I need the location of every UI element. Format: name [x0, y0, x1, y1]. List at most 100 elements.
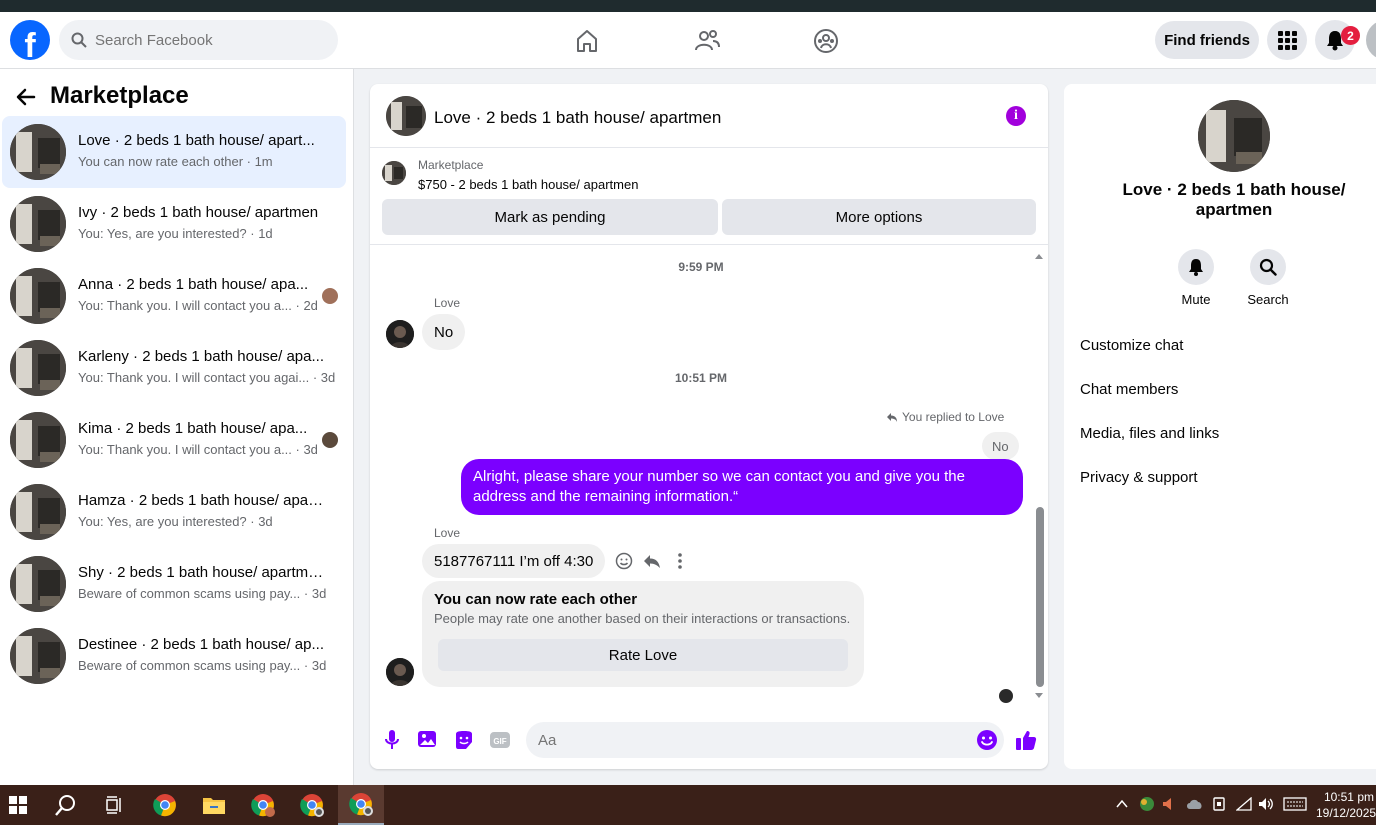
chat-title[interactable]: Love · 2 beds 1 bath house/ apartmen [434, 108, 721, 128]
keyboard-icon[interactable] [1283, 797, 1307, 811]
conversation-item[interactable]: Ivy · 2 beds 1 bath house/ apartmen You:… [2, 188, 346, 260]
conversation-preview: You: Thank you. I will contact you agai.… [78, 370, 336, 385]
incoming-message[interactable]: No [422, 314, 466, 350]
system-clock[interactable]: 10:51 pm 19/12/2025 [1316, 789, 1376, 821]
conversation-item[interactable]: Anna · 2 beds 1 bath house/ apa... You: … [2, 260, 346, 332]
clock-time: 10:51 pm [1323, 790, 1374, 804]
conversation-item[interactable]: Kima · 2 beds 1 bath house/ apa... You: … [2, 404, 346, 476]
back-arrow-icon[interactable] [14, 85, 38, 109]
reply-label: You replied to Love [902, 410, 1005, 424]
search-action[interactable]: Search [1238, 249, 1298, 307]
conversation-item[interactable]: Shy · 2 beds 1 bath house/ apartmen Bewa… [2, 548, 346, 620]
timestamp: 10:51 PM [674, 371, 728, 385]
message-input-box[interactable] [526, 722, 1004, 758]
chrome-icon[interactable] [149, 791, 181, 819]
search-bar[interactable] [59, 20, 338, 60]
conversation-item[interactable]: Hamza · 2 beds 1 bath house/ apar... You… [2, 476, 346, 548]
row-label: Media, files and links [1080, 424, 1220, 442]
sender-avatar[interactable] [386, 658, 414, 686]
chat-window: Love · 2 beds 1 bath house/ apartmen i M… [370, 84, 1048, 769]
windows-start-icon[interactable] [2, 791, 34, 819]
find-friends-button[interactable]: Find friends [1155, 21, 1259, 59]
conversation-preview: You: Thank you. I will contact you a... … [78, 298, 318, 313]
conversation-preview: You can now rate each other · 1m [78, 154, 273, 169]
taskbar-search-icon[interactable] [50, 791, 82, 819]
volume-icon[interactable] [1258, 797, 1274, 811]
device-icon[interactable] [1212, 796, 1226, 812]
emoji-icon[interactable] [976, 729, 998, 751]
media-files-row[interactable]: Media, files and links [1080, 411, 1376, 455]
listing-banner: Marketplace $750 - 2 beds 1 bath house/ … [370, 148, 1048, 245]
conversation-item[interactable]: Destinee · 2 beds 1 bath house/ ap... Be… [2, 620, 346, 692]
search-input[interactable] [95, 31, 315, 49]
speaker-muted-icon[interactable] [1162, 797, 1176, 811]
outgoing-message[interactable]: Alright, please share your number so we … [461, 459, 1023, 515]
task-view-icon[interactable] [98, 791, 130, 819]
cloud-icon[interactable] [1186, 798, 1204, 810]
gif-icon[interactable]: GIF [488, 728, 512, 752]
listing-price[interactable]: $750 - 2 beds 1 bath house/ apartmen [418, 177, 638, 192]
notification-badge: 2 [1341, 26, 1360, 45]
thumbs-up-icon[interactable] [1014, 728, 1038, 752]
wifi-icon[interactable] [1236, 797, 1252, 811]
chrome-active-window-icon[interactable] [338, 785, 384, 825]
reply-icon[interactable] [642, 551, 662, 571]
sender-name: Love [434, 296, 461, 310]
facebook-logo-icon[interactable]: f [10, 20, 50, 60]
buyer-avatar [322, 432, 338, 448]
rating-title: You can now rate each other [434, 591, 638, 608]
listing-thumbnail [10, 268, 66, 324]
conversation-preview: Beware of common scams using pay... · 3d [78, 586, 327, 601]
mute-label: Mute [1181, 292, 1211, 307]
chat-header: Love · 2 beds 1 bath house/ apartmen i [370, 84, 1048, 148]
home-icon[interactable] [570, 24, 604, 58]
search-icon [71, 32, 87, 48]
mark-pending-button[interactable]: Mark as pending [382, 199, 718, 235]
message-input[interactable] [538, 731, 958, 749]
groups-icon[interactable] [809, 24, 843, 58]
microphone-icon[interactable] [380, 728, 404, 752]
bell-icon[interactable] [1178, 249, 1214, 285]
mute-action[interactable]: Mute [1166, 249, 1226, 307]
conversation-item[interactable]: Love · 2 beds 1 bath house/ apart... You… [2, 116, 346, 188]
file-explorer-icon[interactable] [198, 791, 230, 819]
windows-taskbar: 10:51 pm 19/12/2025 [0, 785, 1376, 825]
listing-thumbnail [10, 412, 66, 468]
react-emoji-icon[interactable] [614, 551, 634, 571]
rate-button[interactable]: Rate Love [438, 639, 848, 671]
conversation-list: Love · 2 beds 1 bath house/ apart... You… [0, 116, 354, 692]
chat-avatar[interactable] [386, 96, 426, 136]
listing-thumbnail [10, 628, 66, 684]
chat-members-row[interactable]: Chat members [1080, 367, 1376, 411]
sender-avatar[interactable] [386, 320, 414, 348]
scroll-down-icon[interactable] [1034, 692, 1044, 700]
menu-grid-icon[interactable] [1267, 20, 1307, 60]
more-actions-icon[interactable] [670, 551, 690, 571]
profile-avatar[interactable] [1366, 20, 1376, 60]
conversation-name: Destinee · 2 beds 1 bath house/ ap... [78, 636, 324, 653]
incoming-message[interactable]: 5187767111 I’m off 4:30 [422, 544, 606, 578]
info-icon[interactable]: i [1006, 106, 1026, 126]
scroll-up-icon[interactable] [1034, 252, 1044, 260]
scrollbar[interactable] [1034, 252, 1044, 698]
row-label: Privacy & support [1080, 468, 1198, 486]
search-icon[interactable] [1250, 249, 1286, 285]
chrome-profile-icon[interactable] [296, 791, 328, 819]
photo-icon[interactable] [416, 728, 440, 752]
quoted-message[interactable]: No [982, 432, 1019, 460]
listing-thumbnail [10, 484, 66, 540]
chrome-profile-icon[interactable] [247, 791, 279, 819]
network-app-icon[interactable] [1138, 796, 1156, 812]
chevron-up-icon[interactable] [1116, 799, 1128, 809]
reply-icon [887, 413, 897, 422]
scroll-thumb[interactable] [1036, 507, 1044, 687]
customize-chat-row[interactable]: Customize chat [1080, 323, 1376, 367]
sticker-icon[interactable] [452, 728, 476, 752]
conversation-name: Kima · 2 beds 1 bath house/ apa... [78, 420, 308, 437]
friends-icon[interactable] [690, 24, 724, 58]
conversation-item[interactable]: Karleny · 2 beds 1 bath house/ apa... Yo… [2, 332, 346, 404]
more-options-button[interactable]: More options [722, 199, 1036, 235]
details-avatar[interactable] [1198, 100, 1270, 172]
privacy-support-row[interactable]: Privacy & support [1080, 455, 1376, 499]
details-name: Love · 2 beds 1 bath house/ apartmen [1122, 180, 1346, 219]
